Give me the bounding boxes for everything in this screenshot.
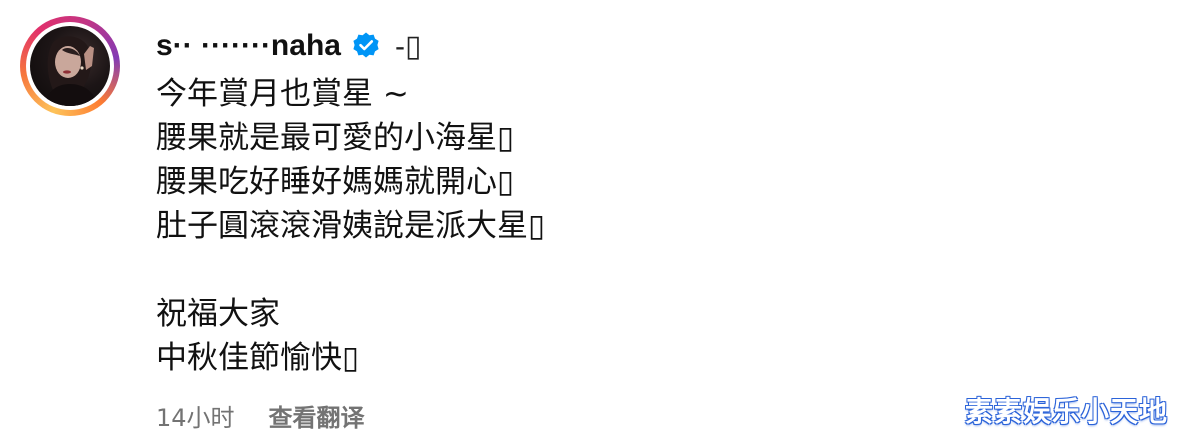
post-timestamp: 14小时 [156,404,235,432]
source-watermark: 素素娱乐小天地 [964,395,1168,428]
see-translation-button[interactable]: 查看翻译 [269,398,365,433]
username-link[interactable]: s·· ·······naha [156,29,341,63]
post-caption: 今年賞月也賞星 ~ 腰果就是最可愛的小海星▯ 腰果吃好睡好媽媽就開心▯ 肚子圓滾… [156,72,545,380]
caption-line: 腰果吃好睡好媽媽就開心▯ [156,164,515,200]
caption-line: 腰果就是最可愛的小海星▯ [156,120,515,156]
caption-line: 祝福大家 [156,296,280,332]
post-header: s·· ·······naha -▯ [156,26,421,66]
avatar-story-ring[interactable] [20,16,120,116]
verified-badge-icon [353,32,379,58]
username-suffix: -▯ [394,29,422,63]
avatar-portrait-icon [44,36,98,106]
avatar[interactable] [30,26,110,106]
caption-line: 肚子圓滾滾滑姨說是派大星▯ [156,208,546,244]
caption-line: 今年賞月也賞星 ~ [156,76,409,112]
caption-line: 中秋佳節愉快▯ [156,340,360,376]
post-meta: 14小时 查看翻译 [156,398,365,433]
